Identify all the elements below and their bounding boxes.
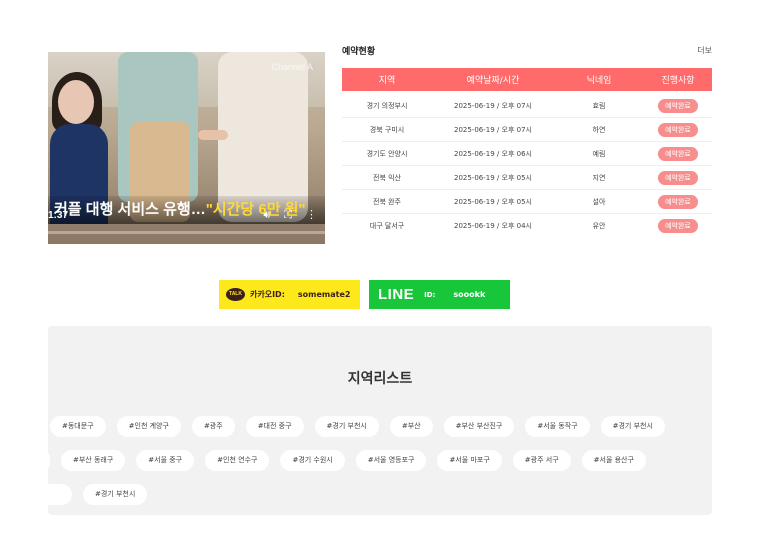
more-options-icon[interactable]: ⋮ (306, 208, 317, 222)
table-row: 전북 익산 2025-06-19 / 오후 05시 지연 예약완료 (342, 166, 712, 190)
line-logo: LINE (378, 286, 415, 303)
status-badge: 예약완료 (658, 146, 698, 161)
region-tag[interactable]: #경기 부천시 (600, 416, 665, 437)
reservation-table: 지역 예약날짜/시간 닉네임 진행사항 경기 의정부시 2025-06-19 /… (342, 68, 712, 237)
fullscreen-icon[interactable]: ⛶ (284, 208, 292, 222)
table-row: 경기 의정부시 2025-06-19 / 오후 07시 효림 예약완료 (342, 94, 712, 118)
status-badge: 예약완료 (658, 194, 698, 209)
region-tag[interactable]: #서울 마포구 (437, 450, 502, 471)
region-list-section: 지역리스트 #동대문구 #인천 계양구 #광주 #대전 중구 #경기 부천시 #부산 #부산… (48, 326, 712, 515)
region-tag[interactable]: #부산 부산진구 (443, 416, 515, 437)
header-region: 지역 (378, 76, 396, 86)
reservation-title: 예약현황 (342, 46, 376, 57)
region-tag[interactable]: #광주 서구 (512, 450, 571, 471)
row-region: 경기 의정부시 (366, 101, 408, 110)
region-tag[interactable]: #인천 연수구 (205, 450, 270, 471)
volume-icon[interactable]: 🔊︎ (263, 208, 270, 222)
status-badge: 예약완료 (658, 98, 698, 113)
row-region: 전북 익산 (373, 173, 401, 182)
video-progress-bar[interactable] (48, 231, 325, 234)
region-tag[interactable]: #서울 중구 (136, 450, 195, 471)
region-tag[interactable]: #부산 (389, 416, 433, 437)
region-tag[interactable]: #경기 부천시 (314, 416, 379, 437)
row-datetime: 2025-06-19 / 오후 05시 (454, 197, 532, 206)
video-controls: 🔊︎ ⛶ ⋮ (263, 208, 317, 222)
region-tag[interactable]: #부산 동래구 (61, 450, 126, 471)
status-badge: 예약완료 (658, 170, 698, 185)
row-nickname: 설아 (592, 197, 606, 206)
region-tag-row: #경기 부천시 (48, 484, 148, 505)
kakao-id-label: 카카오ID: (250, 290, 285, 299)
table-row: 경북 구미시 2025-06-19 / 오후 07시 하연 예약완료 (342, 118, 712, 142)
video-player[interactable]: Channel A 커플 대행 서비스 유행…"시간당 6만 원" 1:37 🔊… (48, 52, 325, 244)
region-tag[interactable]: #동대문구 (50, 416, 106, 437)
row-nickname: 예림 (592, 149, 606, 158)
row-datetime: 2025-06-19 / 오후 04시 (454, 221, 532, 230)
line-id-value: soookk (453, 290, 486, 299)
region-tag-partial[interactable] (48, 484, 72, 505)
header-nickname: 닉네임 (586, 76, 612, 86)
row-region: 경북 구미시 (369, 125, 405, 134)
row-region: 전북 완주 (373, 197, 401, 206)
region-tag-partial[interactable] (48, 450, 50, 471)
table-header: 지역 예약날짜/시간 닉네임 진행사항 (342, 68, 712, 91)
region-tag[interactable]: #인천 계양구 (116, 416, 181, 437)
status-badge: 예약완료 (658, 218, 698, 233)
more-link[interactable]: 더보 (697, 45, 712, 56)
table-row: 전북 완주 2025-06-19 / 오후 05시 설아 예약완료 (342, 190, 712, 214)
region-tag[interactable]: #서울 동작구 (525, 416, 590, 437)
row-nickname: 하연 (592, 125, 606, 134)
table-row: 대구 달서구 2025-06-19 / 오후 04시 유안 예약완료 (342, 214, 712, 237)
row-nickname: 유안 (592, 221, 606, 230)
kakao-id-value: somemate2 (297, 290, 351, 299)
region-tag[interactable]: #서울 용산구 (581, 450, 646, 471)
reservation-panel: 예약현황 더보 지역 예약날짜/시간 닉네임 진행사항 경기 의정부시 2025… (342, 42, 712, 237)
region-tag[interactable]: #서울 영등포구 (355, 450, 427, 471)
row-datetime: 2025-06-19 / 오후 06시 (454, 149, 532, 158)
row-region: 대구 달서구 (369, 221, 405, 230)
line-id-button[interactable]: LINE ID: soookk (369, 280, 510, 309)
header-status: 진행사항 (661, 76, 695, 86)
row-region: 경기도 안양시 (366, 149, 408, 158)
region-tag[interactable]: #대전 중구 (245, 416, 304, 437)
caption-text: 커플 대행 서비스 유행… (54, 201, 206, 218)
kakao-talk-icon: TALK (226, 288, 245, 301)
row-nickname: 효림 (592, 101, 606, 110)
region-tag-row: #동대문구 #인천 계양구 #광주 #대전 중구 #경기 부천시 #부산 #부산 부산진구 #… (50, 416, 665, 437)
row-nickname: 지연 (592, 173, 606, 182)
header-datetime: 예약날짜/시간 (466, 76, 520, 86)
reservation-rows[interactable]: 경기 의정부시 2025-06-19 / 오후 07시 효림 예약완료 경북 구… (342, 94, 712, 237)
row-datetime: 2025-06-19 / 오후 05시 (454, 173, 532, 182)
region-list-title: 지역리스트 (347, 371, 413, 387)
channel-watermark: Channel A (271, 62, 313, 72)
video-time: 1:37 (48, 210, 69, 221)
status-badge: 예약완료 (658, 122, 698, 137)
region-tag[interactable]: #경기 수원시 (280, 450, 345, 471)
row-datetime: 2025-06-19 / 오후 07시 (454, 125, 532, 134)
row-datetime: 2025-06-19 / 오후 07시 (454, 101, 532, 110)
region-tag[interactable]: #광주 (191, 416, 235, 437)
region-tag[interactable]: #경기 부천시 (83, 484, 148, 505)
kakao-id-button[interactable]: TALK 카카오ID: somemate2 (219, 280, 360, 309)
table-row: 경기도 안양시 2025-06-19 / 오후 06시 예림 예약완료 (342, 142, 712, 166)
region-tag-row: #부산 동래구 #서울 중구 #인천 연수구 #경기 수원시 #서울 영등포구 #서울 마… (48, 450, 646, 471)
line-id-label: ID: (424, 290, 436, 299)
